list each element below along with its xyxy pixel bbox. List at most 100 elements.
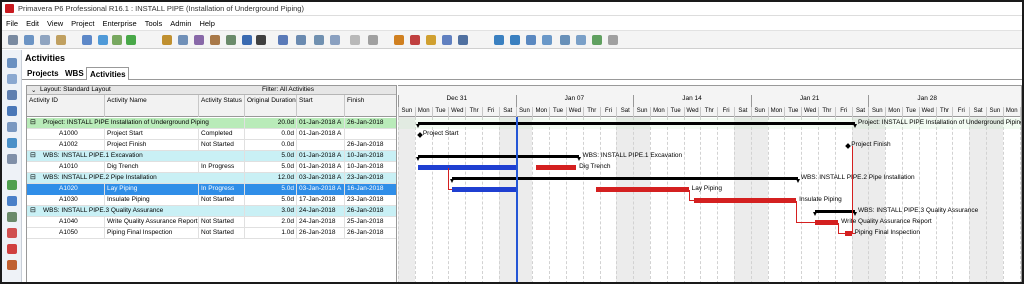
cell-duration[interactable]: 5.0d bbox=[245, 195, 297, 206]
cell-activity-id[interactable]: A1020 bbox=[27, 184, 105, 195]
column-original-duration[interactable]: Original Duration bbox=[245, 95, 297, 117]
projects-icon[interactable] bbox=[7, 58, 17, 68]
column-start[interactable]: Start bbox=[297, 95, 345, 117]
menu-file[interactable]: File bbox=[2, 19, 22, 28]
cell-activity-name[interactable]: Insulate Piping bbox=[105, 195, 199, 206]
page-setup-icon[interactable] bbox=[40, 35, 50, 45]
tab-activities[interactable]: Activities bbox=[86, 67, 129, 80]
cell-duration[interactable]: 20.0d bbox=[245, 118, 297, 129]
cell-activity-id[interactable]: WBS: INSTALL PIPE.3 Quality Assurance bbox=[27, 206, 245, 217]
timescale-icon[interactable] bbox=[296, 35, 306, 45]
cell-start[interactable]: 01-Jan-2018 A bbox=[297, 118, 345, 129]
collapse-icon[interactable]: ⊟ bbox=[30, 118, 36, 128]
cell-finish[interactable]: 16-Jan-2018 bbox=[345, 184, 396, 195]
cell-finish[interactable]: 26-Jan-2018 bbox=[345, 206, 396, 217]
scroll-to-icon[interactable] bbox=[526, 35, 536, 45]
relationships-icon[interactable] bbox=[458, 35, 468, 45]
expenses-icon[interactable] bbox=[7, 212, 17, 222]
cell-start[interactable]: 24-Jan-2018 bbox=[297, 206, 345, 217]
cell-activity-name[interactable]: Write Quality Assurance Report bbox=[105, 217, 199, 228]
cell-finish[interactable]: 26-Jan-2018 bbox=[345, 118, 396, 129]
cell-activity-id[interactable]: A1030 bbox=[27, 195, 105, 206]
cell-status[interactable]: Not Started bbox=[199, 217, 245, 228]
cell-start[interactable]: 03-Jan-2018 A bbox=[297, 173, 345, 184]
zoom-in-icon[interactable] bbox=[494, 35, 504, 45]
cell-finish[interactable]: 26-Jan-2018 bbox=[345, 140, 396, 151]
menu-edit[interactable]: Edit bbox=[22, 19, 43, 28]
project-summary-bar[interactable] bbox=[418, 122, 855, 125]
table-icon[interactable] bbox=[98, 35, 108, 45]
bars-format-icon[interactable] bbox=[314, 35, 324, 45]
cell-start[interactable]: 01-Jan-2018 A bbox=[297, 151, 345, 162]
cell-duration[interactable]: 12.0d bbox=[245, 173, 297, 184]
menu-help[interactable]: Help bbox=[195, 19, 218, 28]
sort-icon[interactable] bbox=[194, 35, 204, 45]
bars-icon[interactable] bbox=[226, 35, 236, 45]
menu-tools[interactable]: Tools bbox=[141, 19, 167, 28]
gantt-icon[interactable] bbox=[112, 35, 122, 45]
qa-report-bar[interactable] bbox=[814, 220, 839, 225]
activity-row[interactable]: A1002 Project Finish Not Started 0.0d 26-Jan… bbox=[27, 140, 396, 151]
wbs2-summary-bar[interactable] bbox=[451, 177, 798, 180]
cell-start[interactable]: 03-Jan-2018 A bbox=[297, 184, 345, 195]
cell-duration[interactable]: 3.0d bbox=[245, 206, 297, 217]
cell-activity-id[interactable]: WBS: INSTALL PIPE.1 Excavation bbox=[27, 151, 245, 162]
cell-activity-id[interactable]: WBS: INSTALL PIPE.2 Pipe Installation bbox=[27, 173, 245, 184]
tab-projects[interactable]: Projects bbox=[24, 67, 61, 80]
wbs3-summary-bar[interactable] bbox=[814, 210, 855, 213]
documents-icon[interactable] bbox=[7, 196, 17, 206]
column-activity-id[interactable]: Activity ID bbox=[27, 95, 105, 117]
info-icon[interactable] bbox=[608, 35, 618, 45]
cell-duration[interactable]: 0.0d bbox=[245, 129, 297, 140]
lay-piping-remaining-bar[interactable] bbox=[596, 187, 689, 192]
cell-activity-name[interactable]: Lay Piping bbox=[105, 184, 199, 195]
tab-wbs[interactable]: WBS bbox=[62, 67, 86, 80]
menu-project[interactable]: Project bbox=[67, 19, 98, 28]
cell-activity-id[interactable]: A1002 bbox=[27, 140, 105, 151]
thresholds-icon[interactable] bbox=[7, 180, 17, 190]
activity-row[interactable]: A1040 Write Quality Assurance Report Not S… bbox=[27, 217, 396, 228]
collapse-icon[interactable]: ⊟ bbox=[30, 206, 36, 216]
activities-icon[interactable] bbox=[7, 90, 17, 100]
activity-row[interactable]: A1030 Insulate Piping Not Started 5.0d 17-Ja… bbox=[27, 195, 396, 206]
cell-duration[interactable]: 5.0d bbox=[245, 184, 297, 195]
network-icon[interactable] bbox=[126, 35, 136, 45]
cell-activity-id[interactable]: A1050 bbox=[27, 228, 105, 239]
cell-finish[interactable]: 10-Jan-2018 bbox=[345, 151, 396, 162]
issues-icon[interactable] bbox=[7, 154, 17, 164]
project-row[interactable]: Project: INSTALL PIPE Installation of Un… bbox=[27, 118, 396, 129]
layout-label[interactable]: Layout: Standard Layout bbox=[40, 86, 111, 93]
cell-activity-name[interactable]: Project Finish bbox=[105, 140, 199, 151]
calc-icon[interactable] bbox=[242, 35, 252, 45]
final-inspection-bar[interactable] bbox=[844, 231, 852, 236]
preview-icon[interactable] bbox=[24, 35, 34, 45]
insulate-piping-bar[interactable] bbox=[693, 198, 797, 203]
cell-finish[interactable]: 23-Jan-2018 bbox=[345, 195, 396, 206]
wbs-row[interactable]: WBS: INSTALL PIPE.1 Excavation 5.0d 01-Jan… bbox=[27, 151, 396, 162]
print-icon[interactable] bbox=[8, 35, 18, 45]
cell-status[interactable]: In Progress bbox=[199, 162, 245, 173]
tracking-icon[interactable] bbox=[7, 122, 17, 132]
cell-status[interactable]: In Progress bbox=[199, 184, 245, 195]
assign-icon[interactable] bbox=[426, 35, 436, 45]
zoom-out-icon[interactable] bbox=[510, 35, 520, 45]
menu-admin[interactable]: Admin bbox=[166, 19, 195, 28]
column-activity-name[interactable]: Activity Name bbox=[105, 95, 199, 117]
dig-trench-actual-bar[interactable] bbox=[418, 165, 516, 170]
menu-enterprise[interactable]: Enterprise bbox=[99, 19, 141, 28]
cell-finish[interactable]: 25-Jan-2018 bbox=[345, 217, 396, 228]
expand-icon[interactable] bbox=[542, 35, 552, 45]
number-icon[interactable] bbox=[368, 35, 378, 45]
open-icon[interactable] bbox=[56, 35, 66, 45]
column-activity-status[interactable]: Activity Status bbox=[199, 95, 245, 117]
cell-start[interactable]: 26-Jan-2018 bbox=[297, 228, 345, 239]
cell-start[interactable]: 01-Jan-2018 A bbox=[297, 162, 345, 173]
steps-icon[interactable] bbox=[442, 35, 452, 45]
level-icon[interactable] bbox=[350, 35, 360, 45]
cell-status[interactable]: Completed bbox=[199, 129, 245, 140]
filter-label[interactable]: Filter: All Activities bbox=[262, 86, 314, 93]
wbs-row[interactable]: WBS: INSTALL PIPE.2 Pipe Installation 12.… bbox=[27, 173, 396, 184]
lay-piping-actual-bar[interactable] bbox=[451, 187, 516, 192]
dig-trench-remaining-bar[interactable] bbox=[535, 165, 577, 170]
cell-status[interactable]: Not Started bbox=[199, 195, 245, 206]
